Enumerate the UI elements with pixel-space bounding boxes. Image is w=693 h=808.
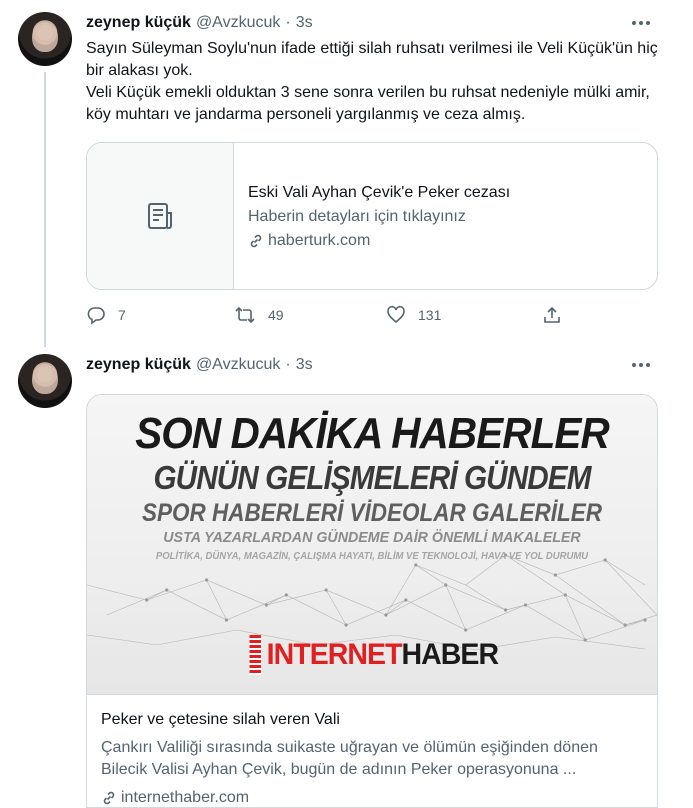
separator-dot: · bbox=[285, 14, 291, 31]
image-headline: GÜNÜN GELİŞMELERİ GÜNDEM bbox=[153, 459, 591, 496]
more-options-icon[interactable] bbox=[629, 12, 653, 34]
brand-logo: INTERNET HABER bbox=[249, 635, 500, 675]
reply-icon bbox=[87, 307, 105, 325]
image-headline: SPOR HABERLERİ VİDEOLAR GALERİLER bbox=[141, 499, 603, 527]
document-icon bbox=[87, 143, 234, 289]
image-headline: POLİTİKA, DÜNYA, MAGAZİN, ÇALIŞMA HAYATI… bbox=[155, 551, 589, 562]
avatar[interactable] bbox=[18, 354, 72, 408]
user-handle[interactable]: @Avzkucuk bbox=[196, 356, 280, 374]
brand-logo-part: INTERNET bbox=[266, 638, 403, 671]
link-icon bbox=[250, 234, 262, 248]
link-card-description: Çankırı Valiliği sırasında suikaste uğra… bbox=[101, 739, 598, 778]
tweet-text: Sayın Süleyman Soylu'nun ifade ettiği si… bbox=[86, 38, 666, 126]
user-handle[interactable]: @Avzkucuk bbox=[196, 14, 280, 32]
retweet-count: 49 bbox=[268, 307, 284, 323]
tweet[interactable]: zeynep küçük @Avzkucuk · 3s SON DAKİKA H… bbox=[0, 342, 693, 808]
link-card-title: Peker ve çetesine silah veren Vali bbox=[101, 711, 340, 728]
link-card-domain: haberturk.com bbox=[248, 229, 510, 253]
more-options-icon[interactable] bbox=[629, 354, 653, 376]
tweet-text-line: Sayın Süleyman Soylu'nun ifade ettiği si… bbox=[86, 40, 658, 79]
timestamp[interactable]: 3s bbox=[296, 356, 313, 374]
link-card-body: Eski Vali Ayhan Çevik'e Peker cezası Hab… bbox=[234, 143, 510, 289]
reply-count: 7 bbox=[118, 307, 126, 323]
link-card-domain: internethaber.com bbox=[101, 787, 643, 807]
link-card-description: Haberin detayları için tıklayınız bbox=[248, 208, 466, 225]
brand-logo-part: HABER bbox=[401, 638, 500, 671]
timestamp[interactable]: 3s bbox=[296, 14, 313, 32]
link-card[interactable]: Eski Vali Ayhan Çevik'e Peker cezası Hab… bbox=[86, 142, 658, 290]
link-card-body: Peker ve çetesine silah veren Vali Çankı… bbox=[87, 695, 657, 807]
tweet-header: zeynep küçük @Avzkucuk · 3s bbox=[86, 354, 313, 376]
heart-icon bbox=[387, 305, 405, 324]
share-icon bbox=[544, 306, 560, 323]
share-button[interactable] bbox=[542, 300, 562, 330]
link-card-domain-text: internethaber.com bbox=[121, 789, 250, 806]
tweet[interactable]: zeynep küçük @Avzkucuk · 3s Sayın Süleym… bbox=[0, 0, 693, 347]
image-headline: USTA YAZARLARDAN GÜNDEME DAİR ÖNEMLİ MAK… bbox=[163, 529, 581, 546]
like-button[interactable]: 131 bbox=[386, 300, 441, 330]
link-card-title: Eski Vali Ayhan Çevik'e Peker cezası bbox=[248, 184, 511, 201]
like-count: 131 bbox=[418, 307, 442, 323]
tweet-actions: 7 49 131 bbox=[86, 300, 566, 330]
display-name[interactable]: zeynep küçük bbox=[86, 356, 191, 374]
display-name[interactable]: zeynep küçük bbox=[86, 14, 191, 32]
link-icon bbox=[103, 791, 115, 805]
retweet-button[interactable]: 49 bbox=[234, 300, 284, 330]
reply-button[interactable]: 7 bbox=[86, 300, 126, 330]
thread-line bbox=[44, 72, 46, 347]
separator-dot: · bbox=[285, 356, 291, 373]
avatar[interactable] bbox=[18, 12, 72, 66]
tweet-header: zeynep küçük @Avzkucuk · 3s bbox=[86, 12, 313, 34]
image-headline: SON DAKİKA HABERLER bbox=[135, 409, 609, 458]
link-card-image[interactable]: SON DAKİKA HABERLER GÜNÜN GELİŞMELERİ GÜ… bbox=[87, 395, 657, 695]
tweet-text-line: Veli Küçük emekli olduktan 3 sene sonra … bbox=[86, 84, 650, 123]
link-card-domain-text: haberturk.com bbox=[268, 232, 371, 249]
retweet-icon bbox=[235, 306, 255, 324]
link-card[interactable]: SON DAKİKA HABERLER GÜNÜN GELİŞMELERİ GÜ… bbox=[86, 394, 658, 808]
brand-mark-icon bbox=[249, 635, 261, 675]
